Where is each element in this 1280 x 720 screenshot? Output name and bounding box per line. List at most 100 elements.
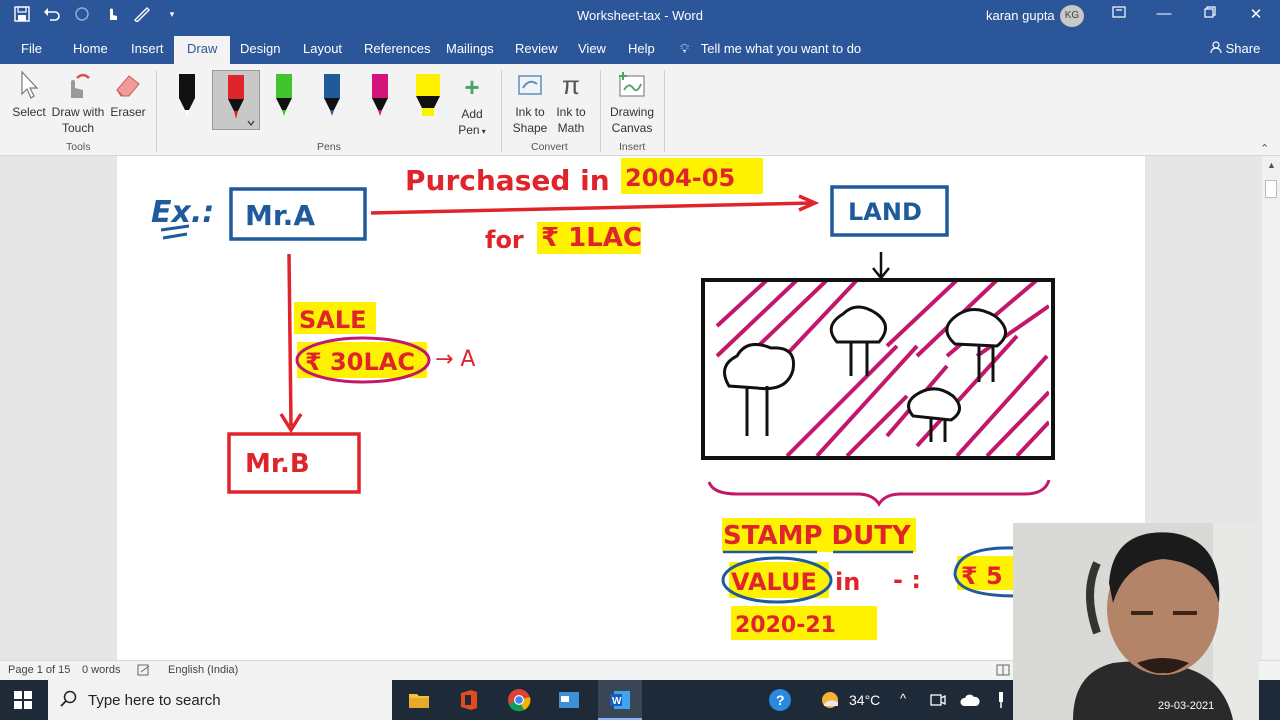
ink-to-shape-button[interactable]: Ink to Shape [510, 70, 550, 136]
restore-icon[interactable] [1187, 5, 1233, 22]
webcam-overlay: 29-03-2021 [1013, 523, 1259, 720]
presenter-video [1013, 523, 1259, 720]
tools-group-label: Tools [66, 141, 91, 153]
person-icon [1210, 41, 1226, 56]
ink-shape-label-1: Ink to [515, 105, 545, 119]
touch-draw-icon [50, 70, 106, 100]
office-icon[interactable] [457, 688, 481, 712]
drawing-canvas-button[interactable]: Drawing Canvas [608, 70, 656, 136]
ink-to-math-button[interactable]: π Ink to Math [551, 70, 591, 136]
ribbon-divider [664, 70, 665, 152]
page-count[interactable]: Page 1 of 15 [8, 664, 70, 676]
draw-with-touch-button[interactable]: Draw with Touch [50, 70, 106, 136]
tab-design[interactable]: Design [240, 41, 280, 56]
pen-black[interactable] [167, 70, 207, 130]
vertical-scrollbar[interactable]: ▲ [1262, 156, 1280, 660]
pi-icon: π [562, 70, 580, 100]
add-pen-label-2: Pen [458, 123, 480, 137]
chrome-icon[interactable] [507, 688, 531, 712]
language[interactable]: English (India) [168, 664, 238, 676]
tab-references[interactable]: References [364, 41, 430, 56]
highlighter-yellow[interactable] [408, 70, 448, 130]
eraser-button[interactable]: Eraser [108, 70, 148, 120]
ribbon-tabs: File Home Insert Draw Design Layout Refe… [0, 32, 1280, 64]
app-window-icon[interactable] [557, 688, 581, 712]
search-icon [60, 690, 78, 712]
stamp-duty-label: STAMP DUTY [723, 521, 912, 551]
avatar[interactable]: KG [1060, 5, 1084, 27]
ribbon-display-options-icon[interactable] [1096, 5, 1142, 22]
share-button[interactable]: Share [1210, 41, 1260, 56]
read-mode-icon[interactable] [996, 664, 1010, 679]
sale-arrow [287, 253, 293, 427]
tab-layout[interactable]: Layout [303, 41, 342, 56]
pen-green[interactable] [264, 70, 304, 130]
mr-a-label: Mr.A [245, 199, 315, 232]
sale-amount: ₹ 30LAC [305, 348, 415, 376]
pen-blue[interactable] [312, 70, 352, 130]
chevron-down-icon: ▾ [479, 127, 486, 136]
word-taskbar-button[interactable]: W [598, 680, 642, 720]
select-button[interactable]: Select [8, 70, 50, 120]
land-plot-drawing [701, 278, 1055, 507]
add-pen-label-1: Add [461, 107, 483, 121]
land-label: LAND [848, 198, 922, 226]
close-icon[interactable]: ✕ [1233, 5, 1279, 23]
pen-red[interactable] [212, 70, 260, 130]
canvas-label-2: Canvas [611, 121, 653, 135]
value-label: VALUE [731, 568, 817, 596]
draw-touch-label-2: Touch [61, 121, 95, 135]
pen-magenta[interactable] [360, 70, 400, 130]
tab-file[interactable]: File [21, 41, 42, 56]
ribbon-divider [501, 70, 502, 152]
tab-insert[interactable]: Insert [131, 41, 164, 56]
eraser-icon [108, 70, 148, 100]
scroll-thumb[interactable] [1265, 180, 1277, 198]
document-page[interactable]: Ex.: Mr.A Purchased in 2004-05 for ₹ 1LA… [117, 156, 1145, 660]
word-count[interactable]: 0 words [82, 664, 121, 676]
tell-me-search[interactable]: 💡︎ Tell me what you want to do [680, 41, 861, 57]
in-label: in [835, 568, 860, 596]
weather-icon[interactable] [818, 688, 842, 712]
collapse-ribbon-icon[interactable]: ⌃ [1260, 142, 1269, 155]
meet-now-icon[interactable] [930, 692, 946, 713]
tab-help[interactable]: Help [628, 41, 655, 56]
ink-canvas: Ex.: Mr.A Purchased in 2004-05 for ₹ 1LA… [151, 158, 1055, 640]
sale-label: SALE [299, 306, 367, 334]
chevron-up-icon[interactable]: ^ [900, 691, 906, 706]
tab-mailings[interactable]: Mailings [446, 41, 494, 56]
help-icon[interactable]: ? [768, 688, 792, 712]
ink-math-label-1: Ink to [556, 105, 586, 119]
file-explorer-icon[interactable] [407, 688, 431, 712]
user-name[interactable]: karan gupta [986, 8, 1055, 23]
proofing-icon[interactable] [137, 664, 151, 679]
search-placeholder: Type here to search [88, 692, 221, 709]
onedrive-icon[interactable] [960, 693, 980, 712]
power-icon[interactable] [996, 691, 1006, 714]
pens-group-label: Pens [317, 141, 341, 153]
purchase-arrow [370, 201, 814, 215]
ribbon-divider [156, 70, 157, 152]
eraser-label: Eraser [110, 105, 146, 119]
draw-touch-label-1: Draw with [51, 105, 105, 119]
windows-start-icon[interactable] [14, 691, 32, 714]
scroll-up-icon[interactable]: ▲ [1267, 160, 1276, 170]
word-icon: W [608, 688, 632, 717]
canvas-label-1: Drawing [609, 105, 654, 119]
year-2020-21: 2020-21 [735, 613, 836, 638]
share-label: Share [1225, 41, 1261, 56]
ink-shape-label-2: Shape [512, 121, 548, 135]
taskbar-search[interactable]: Type here to search [48, 680, 392, 720]
tab-home[interactable]: Home [73, 41, 108, 56]
tab-draw[interactable]: Draw [174, 36, 231, 64]
ex-label: Ex.: [151, 195, 214, 230]
tab-view[interactable]: View [578, 41, 606, 56]
mr-b-label: Mr.B [245, 449, 310, 479]
add-pen-button[interactable]: + Add Pen ▾ [452, 72, 492, 140]
lightbulb-icon: 💡︎ [680, 41, 690, 56]
minimize-icon[interactable]: — [1141, 5, 1187, 22]
tab-review[interactable]: Review [515, 41, 558, 56]
temperature[interactable]: 34°C [849, 692, 880, 708]
svg-text:W: W [612, 696, 622, 707]
ribbon-divider [600, 70, 601, 152]
